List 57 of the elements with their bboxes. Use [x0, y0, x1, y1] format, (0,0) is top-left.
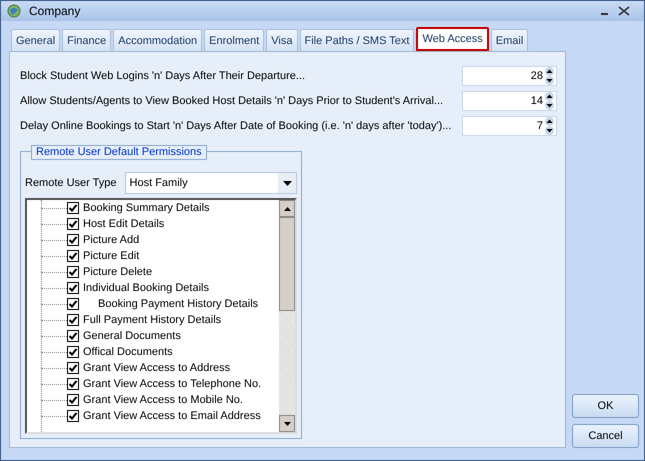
number-spinner[interactable]: 28: [462, 66, 557, 86]
permission-label: Booking Summary Details: [83, 202, 210, 214]
permission-label: Picture Edit: [83, 250, 140, 262]
spin-arrows-icon[interactable]: [544, 92, 555, 110]
permission-label: Grant View Access to Mobile No.: [83, 394, 243, 406]
checkbox[interactable]: [67, 282, 79, 294]
dialog-button[interactable]: Cancel: [572, 424, 639, 448]
dialog-button[interactable]: OK: [572, 394, 639, 418]
checkbox[interactable]: [67, 250, 79, 262]
scroll-down-icon[interactable]: [284, 422, 290, 426]
permission-label: Host Edit Details: [83, 218, 164, 230]
number-spinner[interactable]: 14: [462, 91, 557, 111]
setting-label: Allow Students/Agents to View Booked Host Details 'n' Days Prior to Student's Arrival...: [20, 95, 444, 107]
checkbox[interactable]: [67, 394, 79, 406]
checkbox[interactable]: [67, 346, 79, 358]
scroll-up-icon[interactable]: [284, 206, 290, 210]
dropdown-arrow-icon[interactable]: [282, 180, 292, 186]
checkbox[interactable]: [67, 298, 79, 310]
checkbox[interactable]: [67, 314, 79, 326]
user-type-dropdown[interactable]: Host Family: [124, 172, 297, 194]
permission-label: Offical Documents: [83, 346, 173, 358]
spin-arrows-icon[interactable]: [544, 67, 555, 85]
checkbox[interactable]: [67, 362, 79, 374]
permission-label: Booking Payment History Details: [97, 298, 258, 310]
tab[interactable]: General: [11, 29, 60, 51]
scrollbar[interactable]: [279, 200, 295, 432]
checkbox[interactable]: [67, 378, 79, 390]
globe-icon: [7, 4, 21, 18]
checkbox[interactable]: [67, 218, 79, 230]
tab[interactable]: Enrolment: [204, 29, 264, 51]
number-spinner[interactable]: 7: [462, 116, 557, 136]
permission-label: Grant View Access to Email Address: [83, 410, 261, 422]
checkbox[interactable]: [67, 202, 79, 214]
checkbox[interactable]: [67, 234, 79, 246]
tab[interactable]: Web Access: [416, 27, 489, 51]
spin-arrows-icon[interactable]: [544, 117, 555, 135]
permission-label: Picture Add: [83, 234, 140, 246]
field-label: Remote User Type: [25, 177, 117, 189]
permission-label: Grant View Access to Address: [83, 362, 230, 374]
permission-label: General Documents: [83, 330, 181, 342]
setting-label: Block Student Web Logins 'n' Days After Their Departure...: [20, 70, 306, 82]
permission-label: Full Payment History Details: [83, 314, 222, 326]
tab[interactable]: Finance: [62, 29, 112, 51]
permission-label: Picture Delete: [83, 266, 152, 278]
checkbox[interactable]: [67, 330, 79, 342]
tab[interactable]: Email: [490, 29, 528, 51]
tab[interactable]: File Paths / SMS Text: [300, 29, 414, 51]
close-icon[interactable]: [618, 6, 630, 16]
checkbox[interactable]: [67, 266, 79, 278]
group-title: Remote User Default Permissions: [31, 145, 207, 160]
checkbox[interactable]: [67, 410, 79, 422]
permission-label: Individual Booking Details: [83, 282, 209, 294]
tab[interactable]: Visa: [266, 29, 298, 51]
window-title: Company: [29, 4, 80, 18]
permission-label: Grant View Access to Telephone No.: [83, 378, 262, 390]
setting-label: Delay Online Bookings to Start 'n' Days After Date of Booking (i.e. 'n' days after 'today')...: [20, 120, 452, 132]
tab[interactable]: Accommodation: [113, 29, 202, 51]
